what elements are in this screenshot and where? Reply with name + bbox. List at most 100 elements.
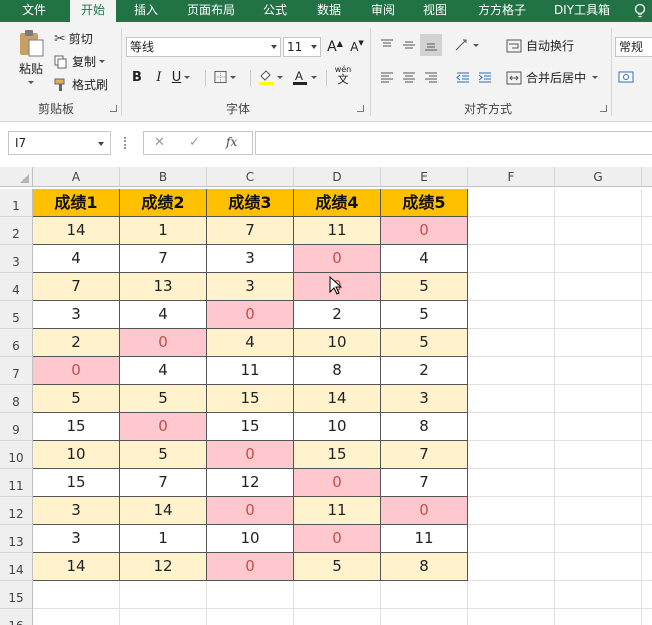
tab-review[interactable]: 审阅 <box>362 0 404 22</box>
align-left-button[interactable] <box>376 66 398 88</box>
increase-font-button[interactable]: A ▲ <box>324 36 346 58</box>
empty-cell[interactable] <box>642 385 652 413</box>
data-cell[interactable]: 10 <box>33 441 120 469</box>
header-cell[interactable]: 成绩3 <box>207 189 294 217</box>
empty-cell[interactable] <box>468 329 555 357</box>
row-header-4[interactable]: 4 <box>0 273 33 301</box>
empty-cell[interactable] <box>120 581 207 609</box>
align-center-button[interactable] <box>398 66 420 88</box>
select-all-button[interactable] <box>0 167 33 187</box>
empty-cell[interactable] <box>642 413 652 441</box>
data-cell[interactable]: 15 <box>33 469 120 497</box>
data-cell[interactable]: 2 <box>33 329 120 357</box>
row-header-2[interactable]: 2 <box>0 217 33 245</box>
data-cell[interactable]: 4 <box>120 357 207 385</box>
data-cell[interactable]: 8 <box>294 357 381 385</box>
data-cell[interactable]: 10 <box>207 525 294 553</box>
data-cell[interactable]: 0 <box>294 525 381 553</box>
increase-indent-button[interactable] <box>474 66 496 88</box>
data-cell[interactable]: 0 <box>294 469 381 497</box>
empty-cell[interactable] <box>468 469 555 497</box>
clipboard-launcher-icon[interactable] <box>110 105 117 112</box>
data-cell[interactable]: 10 <box>294 329 381 357</box>
data-cell[interactable]: 7 <box>381 441 468 469</box>
align-middle-button[interactable] <box>398 34 420 56</box>
merge-center-button[interactable]: 合并后居中 <box>506 69 599 86</box>
empty-cell[interactable] <box>555 385 642 413</box>
header-cell[interactable]: 成绩5 <box>381 189 468 217</box>
tab-file[interactable]: 文件 <box>8 0 60 22</box>
empty-cell[interactable] <box>555 441 642 469</box>
header-cell[interactable]: 成绩2 <box>120 189 207 217</box>
data-cell[interactable]: 15 <box>207 385 294 413</box>
empty-cell[interactable] <box>207 609 294 625</box>
data-cell[interactable]: 14 <box>33 217 120 245</box>
tab-insert[interactable]: 插入 <box>124 0 168 22</box>
empty-cell[interactable] <box>642 469 652 497</box>
empty-cell[interactable] <box>468 357 555 385</box>
data-cell[interactable]: 0 <box>381 217 468 245</box>
empty-cell[interactable] <box>555 469 642 497</box>
phonetic-button[interactable]: wén 文 <box>332 64 354 86</box>
row-header-6[interactable]: 6 <box>0 329 33 357</box>
data-cell[interactable]: 4 <box>207 329 294 357</box>
column-header-b[interactable]: B <box>120 167 207 187</box>
row-header-8[interactable]: 8 <box>0 385 33 413</box>
data-cell[interactable]: 4 <box>33 245 120 273</box>
empty-cell[interactable] <box>555 217 642 245</box>
empty-cell[interactable] <box>642 217 652 245</box>
empty-cell[interactable] <box>642 581 652 609</box>
empty-cell[interactable] <box>642 553 652 581</box>
data-cell[interactable]: 0 <box>120 413 207 441</box>
font-size-dropdown[interactable]: 11 <box>283 37 321 57</box>
column-header-a[interactable]: A <box>33 167 120 187</box>
data-cell[interactable]: 7 <box>120 245 207 273</box>
empty-cell[interactable] <box>642 357 652 385</box>
empty-cell[interactable] <box>555 329 642 357</box>
empty-cell[interactable] <box>294 609 381 625</box>
italic-button[interactable]: I <box>148 66 170 88</box>
data-cell[interactable]: 0 <box>207 497 294 525</box>
data-cell[interactable]: 5 <box>294 553 381 581</box>
bold-button[interactable]: B <box>126 66 148 88</box>
empty-cell[interactable] <box>381 581 468 609</box>
currency-format-button[interactable] <box>616 66 638 88</box>
data-cell[interactable]: 7 <box>381 469 468 497</box>
data-cell[interactable]: 2 <box>381 357 468 385</box>
data-cell[interactable]: 0 <box>33 357 120 385</box>
font-launcher-icon[interactable] <box>357 105 364 112</box>
empty-cell[interactable] <box>468 273 555 301</box>
formula-input[interactable] <box>255 131 652 155</box>
data-cell[interactable]: 14 <box>294 385 381 413</box>
row-header-3[interactable]: 3 <box>0 245 33 273</box>
row-header-10[interactable]: 10 <box>0 441 33 469</box>
decrease-font-button[interactable]: A ▼ <box>346 36 368 58</box>
data-cell[interactable]: 14 <box>33 553 120 581</box>
data-cell[interactable]: 11 <box>294 497 381 525</box>
name-box[interactable]: I7 <box>8 131 111 155</box>
empty-cell[interactable] <box>468 385 555 413</box>
orientation-button[interactable] <box>452 34 480 56</box>
data-cell[interactable]: 5 <box>381 329 468 357</box>
row-header-9[interactable]: 9 <box>0 413 33 441</box>
empty-cell[interactable] <box>642 245 652 273</box>
header-cell[interactable]: 成绩4 <box>294 189 381 217</box>
row-header-5[interactable]: 5 <box>0 301 33 329</box>
empty-cell[interactable] <box>642 329 652 357</box>
wrap-text-button[interactable]: 自动换行 <box>506 37 574 54</box>
data-cell[interactable]: 1 <box>120 217 207 245</box>
data-cell[interactable]: 5 <box>120 441 207 469</box>
empty-cell[interactable] <box>468 581 555 609</box>
empty-cell[interactable] <box>555 273 642 301</box>
data-cell[interactable]: 7 <box>120 469 207 497</box>
alignment-launcher-icon[interactable] <box>600 105 607 112</box>
empty-cell[interactable] <box>468 441 555 469</box>
tab-fangfang[interactable]: 方方格子 <box>468 0 536 22</box>
data-cell[interactable]: 5 <box>33 385 120 413</box>
data-cell[interactable]: 10 <box>294 413 381 441</box>
row-header-15[interactable]: 15 <box>0 581 33 609</box>
empty-cell[interactable] <box>555 553 642 581</box>
data-cell[interactable]: 5 <box>381 301 468 329</box>
data-cell[interactable]: 5 <box>120 385 207 413</box>
data-cell[interactable]: 4 <box>120 301 207 329</box>
